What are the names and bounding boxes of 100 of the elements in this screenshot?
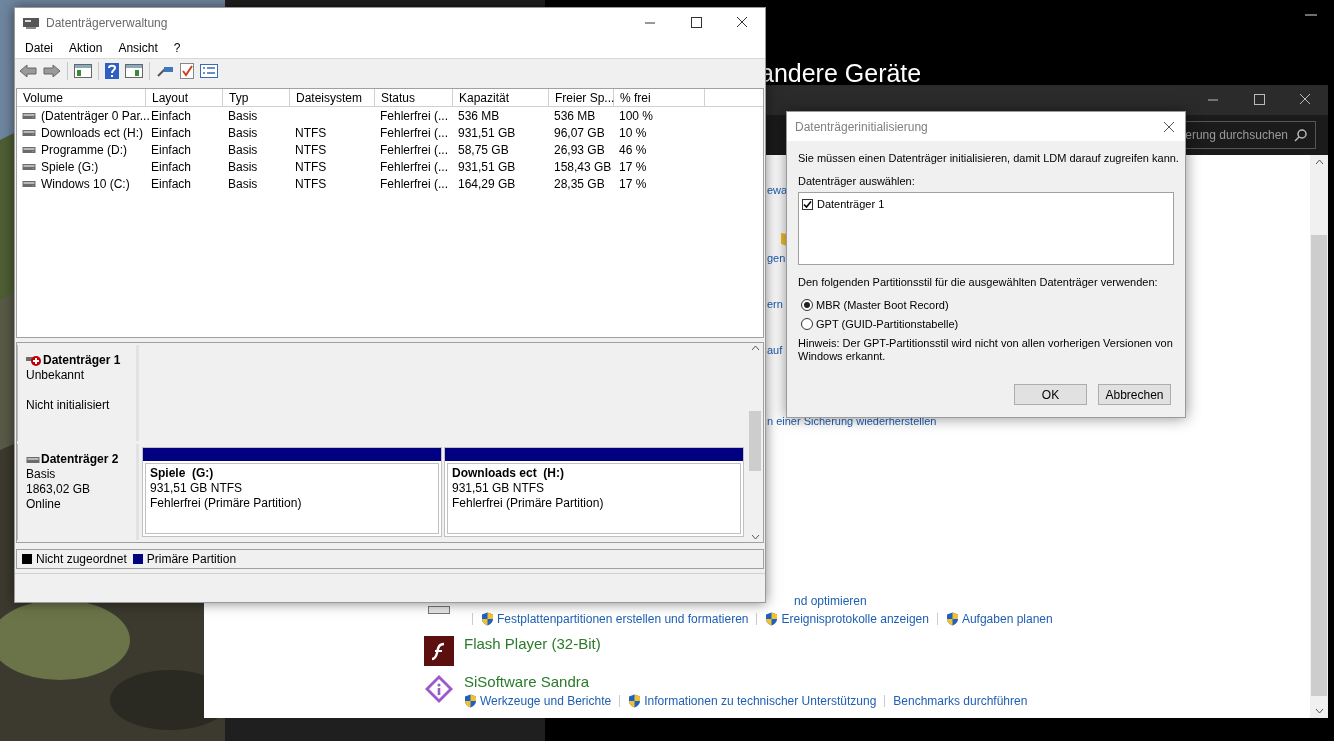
disk-name: Datenträger 2 bbox=[41, 452, 119, 467]
table-cell-text: 58,75 GB bbox=[458, 141, 509, 159]
link[interactable]: Benchmarks durchführen bbox=[893, 692, 1028, 710]
link[interactable]: n einer Sicherung wiederherstellen bbox=[767, 413, 937, 430]
disk-name: Datenträger 1 bbox=[43, 353, 121, 368]
drive-icon bbox=[22, 179, 36, 188]
table-cell-text: Programme (D:) bbox=[41, 141, 127, 159]
radio-option[interactable]: MBR (Master Boot Record) bbox=[801, 296, 1174, 313]
disk-info: Online bbox=[26, 497, 62, 512]
select-label: Datenträger auswählen: bbox=[798, 173, 916, 189]
table-cell-text: NTFS bbox=[295, 141, 327, 159]
dialog-button[interactable]: Abbrechen bbox=[1098, 384, 1171, 405]
menu-item[interactable]: Aktion bbox=[61, 39, 111, 57]
link[interactable]: ewa bbox=[767, 182, 788, 199]
table-cell-text: 17 % bbox=[619, 175, 647, 193]
menu-item[interactable]: Datei bbox=[17, 39, 61, 57]
scroll-up-icon[interactable] bbox=[750, 345, 760, 351]
column-header[interactable]: Dateisystem bbox=[290, 89, 375, 106]
legend-label: Primäre Partition bbox=[146, 551, 237, 568]
table-cell-text: NTFS bbox=[295, 158, 327, 176]
table-cell-text: Basis bbox=[228, 141, 258, 159]
disk-list-item[interactable]: Datenträger 1 bbox=[802, 196, 1170, 213]
close-icon[interactable] bbox=[1163, 120, 1175, 133]
link[interactable]: ern bbox=[767, 296, 783, 313]
disk-management-icon bbox=[23, 16, 39, 30]
link[interactable]: gen bbox=[767, 250, 786, 267]
search-icon bbox=[1294, 128, 1307, 142]
properties-icon[interactable] bbox=[200, 64, 218, 78]
panel-icon[interactable] bbox=[74, 64, 92, 78]
table-cell-text: Fehlerfrei (... bbox=[380, 158, 448, 176]
link[interactable]: Informationen zu technischer Unterstützung bbox=[644, 692, 877, 710]
column-header[interactable]: Status bbox=[375, 89, 453, 106]
disk-info: Unbekannt bbox=[26, 368, 86, 383]
table-cell-text: 158,43 GB bbox=[554, 158, 612, 176]
dialog-button[interactable]: OK bbox=[1014, 384, 1087, 405]
forward-arrow-icon[interactable] bbox=[43, 64, 61, 78]
back-arrow-icon[interactable] bbox=[19, 64, 37, 78]
link[interactable]: auf bbox=[767, 342, 783, 359]
partition-block[interactable]: Downloads ect (H:) 931,51 GB NTFS Fehlerfrei (Primäre Partition) bbox=[444, 447, 744, 537]
partition-size: 931,51 GB NTFS bbox=[150, 481, 244, 496]
program-name[interactable]: SiSoftware Sandra bbox=[464, 672, 1104, 692]
drive-icon bbox=[22, 128, 36, 137]
checkbox[interactable] bbox=[802, 198, 813, 210]
column-header[interactable]: Freier Sp... bbox=[549, 89, 614, 106]
menu-item[interactable]: ? bbox=[165, 39, 189, 57]
scroll-up-icon[interactable] bbox=[1314, 159, 1324, 165]
column-header[interactable]: Kapazität bbox=[453, 89, 549, 106]
table-cell-text: Einfach bbox=[151, 175, 192, 193]
table-cell-text: Windows 10 (C:) bbox=[41, 175, 130, 193]
scrollbar[interactable] bbox=[1310, 155, 1328, 718]
link[interactable]: Ereignisprotokolle anzeigen bbox=[781, 610, 929, 628]
table-cell-text: Spiele (G:) bbox=[41, 158, 99, 176]
table-cell-text: Basis bbox=[228, 175, 258, 193]
radio-button[interactable] bbox=[801, 298, 813, 311]
connect-icon[interactable] bbox=[156, 64, 174, 78]
table-cell-text: 28,35 GB bbox=[554, 175, 605, 193]
table-cell-text: Einfach bbox=[151, 124, 192, 142]
link[interactable]: Aufgaben planen bbox=[961, 610, 1053, 628]
link[interactable]: Festplattenpartitionen erstellen und formatieren bbox=[497, 610, 749, 628]
scroll-down-icon[interactable] bbox=[1314, 708, 1324, 714]
disk-info: Basis bbox=[26, 467, 57, 482]
table-cell-text: Einfach bbox=[151, 141, 192, 159]
table-cell-text: Einfach bbox=[151, 107, 192, 125]
drive-icon bbox=[22, 145, 36, 154]
link[interactable]: Werkzeuge und Berichte bbox=[480, 692, 612, 710]
column-header[interactable]: Volume bbox=[17, 89, 146, 106]
partition-size: 931,51 GB NTFS bbox=[452, 481, 546, 496]
table-cell-text: 17 % bbox=[619, 158, 647, 176]
menu-item[interactable]: Ansicht bbox=[110, 39, 166, 57]
drive-icon bbox=[22, 111, 36, 120]
disk-info: 1863,02 GB bbox=[26, 482, 92, 497]
table-cell-text: Fehlerfrei (... bbox=[380, 175, 448, 193]
checklist-icon[interactable] bbox=[180, 63, 194, 79]
table-cell-text: NTFS bbox=[295, 124, 327, 142]
scroll-down-icon[interactable] bbox=[750, 534, 760, 540]
column-header[interactable]: Typ bbox=[223, 89, 290, 106]
table-cell-text: 46 % bbox=[619, 141, 647, 159]
table-cell-text: Fehlerfrei (... bbox=[380, 141, 448, 159]
table-cell-text: 931,51 GB bbox=[458, 124, 516, 142]
radio-button[interactable] bbox=[801, 318, 813, 331]
help-icon[interactable] bbox=[105, 63, 119, 79]
partition-name: Downloads ect (H:) bbox=[452, 466, 565, 481]
table-cell-text: Basis bbox=[228, 158, 258, 176]
radio-option[interactable]: GPT (GUID-Partitionstabelle) bbox=[801, 316, 1174, 333]
partition-status: Fehlerfrei (Primäre Partition) bbox=[150, 496, 303, 511]
disk-info: Nicht initialisiert bbox=[26, 398, 111, 413]
panel-icon[interactable] bbox=[125, 64, 143, 78]
scrollbar[interactable] bbox=[747, 343, 763, 542]
table-cell-text: (Datenträger 0 Par... bbox=[41, 107, 150, 125]
partition-block[interactable]: Spiele (G:) 931,51 GB NTFS Fehlerfrei (Primäre Partition) bbox=[142, 447, 442, 537]
program-name[interactable]: Flash Player (32-Bit) bbox=[464, 634, 1104, 654]
table-cell-text: 26,93 GB bbox=[554, 141, 605, 159]
link[interactable]: nd optimieren bbox=[794, 592, 867, 610]
column-header[interactable]: Layout bbox=[146, 89, 223, 106]
scroll-thumb[interactable] bbox=[749, 411, 761, 471]
style-label: Den folgenden Partitionsstil für die ausgewählten Datenträger verwenden: bbox=[798, 275, 1159, 290]
window-title: Datenträgerverwaltung bbox=[46, 15, 168, 32]
table-cell-text: NTFS bbox=[295, 175, 327, 193]
column-header[interactable]: % frei bbox=[614, 89, 705, 106]
partition-name: Spiele (G:) bbox=[150, 466, 215, 481]
